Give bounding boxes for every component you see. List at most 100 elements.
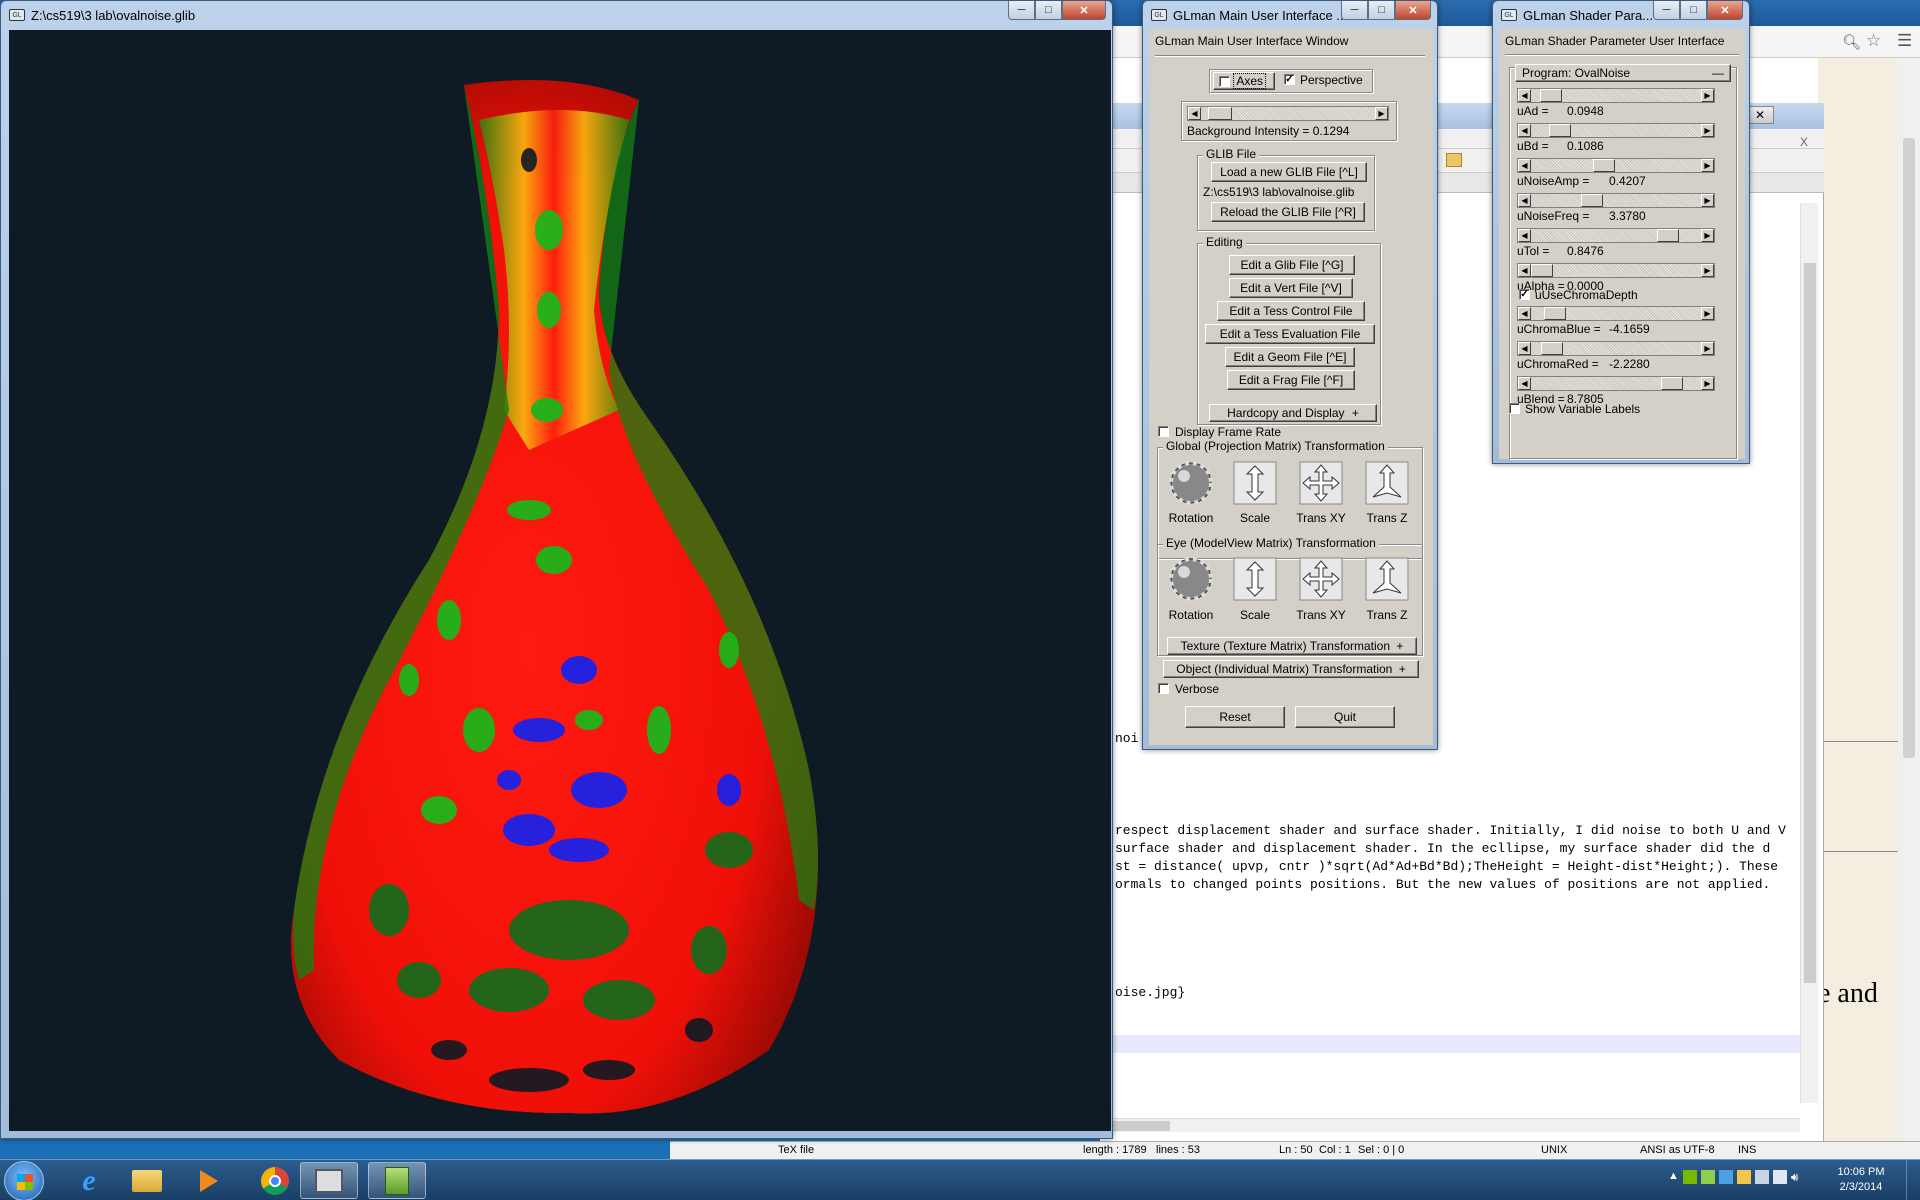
- tray-app-icon[interactable]: [1700, 1170, 1715, 1184]
- axes-checkbox[interactable]: [1219, 76, 1230, 87]
- display-frame-rate-checkbox[interactable]: [1158, 426, 1169, 437]
- slider-thumb[interactable]: [1541, 342, 1563, 355]
- slider-thumb[interactable]: [1581, 194, 1603, 207]
- arrow-left-icon[interactable]: ◀: [1518, 194, 1531, 207]
- notepad-close-x-icon[interactable]: X: [1800, 135, 1808, 149]
- tray-nvidia-icon[interactable]: [1682, 1170, 1697, 1184]
- arrow-right-icon[interactable]: ▶: [1701, 124, 1714, 137]
- reload-glib-button[interactable]: Reload the GLIB File [^R]: [1211, 202, 1365, 222]
- arrow-right-icon[interactable]: ▶: [1701, 89, 1714, 102]
- bg-intensity-slider[interactable]: ◀ ▶: [1187, 106, 1389, 121]
- maximize-button[interactable]: □: [1368, 1, 1395, 20]
- arrow-right-icon[interactable]: ▶: [1701, 229, 1714, 242]
- viewer-titlebar[interactable]: GL Z:\cs519\3 lab\ovalnoise.glib: [1, 1, 1112, 29]
- close-button[interactable]: ✕: [1707, 1, 1743, 20]
- doc-scrollbar[interactable]: [1898, 58, 1920, 1159]
- rotation-ball-icon[interactable]: [1169, 557, 1213, 601]
- arrow-right-icon[interactable]: ▶: [1701, 264, 1714, 277]
- edit-glib-button[interactable]: Edit a Glib File [^G]: [1229, 255, 1355, 275]
- translate-z-icon[interactable]: [1365, 461, 1409, 505]
- taskbar-media-player[interactable]: [180, 1162, 238, 1199]
- edit-tess-control-button[interactable]: Edit a Tess Control File: [1217, 301, 1365, 321]
- zoom-icon[interactable]: 🔍︎: [1842, 33, 1861, 51]
- tray-device-icon[interactable]: [1754, 1170, 1769, 1184]
- translate-xy-icon[interactable]: [1299, 557, 1343, 601]
- arrow-left-icon[interactable]: ◀: [1518, 229, 1531, 242]
- tray-network-icon[interactable]: [1772, 1170, 1787, 1184]
- perspective-checkbox[interactable]: ✓: [1284, 74, 1295, 85]
- close-button[interactable]: ✕: [1395, 1, 1431, 20]
- arrow-left-icon[interactable]: ◀: [1188, 107, 1201, 120]
- maximize-button[interactable]: □: [1035, 1, 1062, 20]
- param-slider[interactable]: ◀ ▶: [1517, 193, 1715, 208]
- editor-vscroll[interactable]: [1800, 203, 1818, 1103]
- param-slider[interactable]: ◀ ▶: [1517, 88, 1715, 103]
- slider-thumb[interactable]: [1544, 307, 1566, 320]
- slider-thumb[interactable]: [1549, 124, 1571, 137]
- arrow-left-icon[interactable]: ◀: [1518, 377, 1531, 390]
- edit-geom-button[interactable]: Edit a Geom File [^E]: [1225, 347, 1355, 367]
- param-slider[interactable]: ◀ ▶: [1517, 123, 1715, 138]
- edit-tess-eval-button[interactable]: Edit a Tess Evaluation File: [1205, 324, 1375, 344]
- arrow-right-icon[interactable]: ▶: [1701, 377, 1714, 390]
- arrow-left-icon[interactable]: ◀: [1518, 124, 1531, 137]
- slider-thumb[interactable]: [1657, 229, 1679, 242]
- quit-button[interactable]: Quit: [1295, 706, 1395, 728]
- minimize-button[interactable]: ─: [1008, 1, 1035, 20]
- program-rollout[interactable]: Program: OvalNoise —: [1515, 64, 1731, 82]
- maximize-button[interactable]: □: [1680, 1, 1707, 20]
- minimize-button[interactable]: ─: [1341, 1, 1368, 20]
- taskbar-chrome[interactable]: [246, 1162, 304, 1199]
- render-canvas[interactable]: [9, 30, 1111, 1131]
- folder-icon[interactable]: [1446, 153, 1462, 167]
- slider-thumb[interactable]: [1208, 107, 1232, 120]
- arrow-right-icon[interactable]: ▶: [1701, 194, 1714, 207]
- star-icon[interactable]: ☆: [1866, 31, 1881, 51]
- rotation-ball-icon[interactable]: [1169, 461, 1213, 505]
- texture-transform-button[interactable]: Texture (Texture Matrix) Transformation …: [1167, 637, 1417, 655]
- reset-button[interactable]: Reset: [1185, 706, 1285, 728]
- edit-vert-button[interactable]: Edit a Vert File [^V]: [1229, 278, 1353, 298]
- arrow-left-icon[interactable]: ◀: [1518, 264, 1531, 277]
- object-transform-button[interactable]: Object (Individual Matrix) Transformatio…: [1163, 660, 1419, 678]
- slider-thumb[interactable]: [1540, 89, 1562, 102]
- hardcopy-display-button[interactable]: Hardcopy and Display +: [1209, 404, 1377, 422]
- arrow-right-icon[interactable]: ▶: [1701, 342, 1714, 355]
- tray-security-icon[interactable]: [1718, 1170, 1733, 1184]
- menu-icon[interactable]: ☰: [1897, 31, 1912, 51]
- editor-hscroll[interactable]: [1100, 1118, 1800, 1132]
- slider-thumb[interactable]: [1531, 264, 1553, 277]
- param-slider[interactable]: ◀ ▶: [1517, 306, 1715, 321]
- notepad-close-icon[interactable]: ✕: [1746, 106, 1774, 124]
- translate-xy-icon[interactable]: [1299, 461, 1343, 505]
- start-button[interactable]: [4, 1161, 44, 1200]
- show-desktop-button[interactable]: [1906, 1160, 1920, 1200]
- scale-arrows-icon[interactable]: [1233, 557, 1277, 601]
- taskbar-explorer[interactable]: [118, 1162, 176, 1199]
- slider-thumb[interactable]: [1661, 377, 1683, 390]
- arrow-left-icon[interactable]: ◀: [1518, 342, 1531, 355]
- tray-volume-icon[interactable]: 🔊︎: [1791, 1170, 1799, 1190]
- translate-z-icon[interactable]: [1365, 557, 1409, 601]
- taskbar-glman[interactable]: [300, 1162, 358, 1199]
- arrow-left-icon[interactable]: ◀: [1518, 159, 1531, 172]
- load-glib-button[interactable]: Load a new GLIB File [^L]: [1211, 162, 1367, 182]
- verbose-checkbox[interactable]: [1158, 683, 1169, 694]
- slider-thumb[interactable]: [1593, 159, 1615, 172]
- axes-toggle[interactable]: Axes: [1213, 72, 1275, 90]
- clock-time[interactable]: 10:06 PM: [1826, 1166, 1896, 1178]
- param-slider[interactable]: ◀ ▶: [1517, 158, 1715, 173]
- close-button[interactable]: ✕: [1062, 1, 1106, 20]
- show-labels-checkbox[interactable]: [1509, 403, 1520, 414]
- scale-arrows-icon[interactable]: [1233, 461, 1277, 505]
- arrow-right-icon[interactable]: ▶: [1375, 107, 1388, 120]
- taskbar-ie[interactable]: e: [60, 1162, 118, 1199]
- arrow-right-icon[interactable]: ▶: [1701, 159, 1714, 172]
- param-slider[interactable]: ◀ ▶: [1517, 341, 1715, 356]
- param-slider[interactable]: ◀ ▶: [1517, 228, 1715, 243]
- arrow-left-icon[interactable]: ◀: [1518, 307, 1531, 320]
- tray-flag-icon[interactable]: [1736, 1170, 1751, 1184]
- tray-arrow-icon[interactable]: ▲: [1668, 1170, 1679, 1190]
- clock-date[interactable]: 2/3/2014: [1826, 1181, 1896, 1193]
- taskbar-notepad[interactable]: [368, 1162, 426, 1199]
